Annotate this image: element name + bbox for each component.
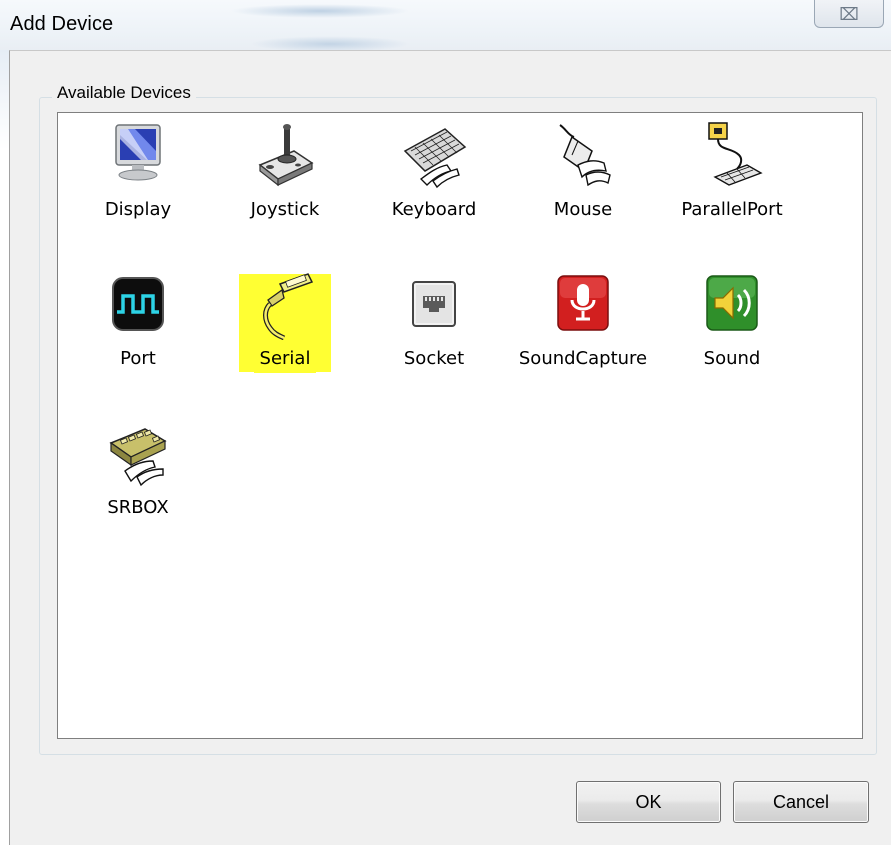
device-item-sound[interactable]: Sound (657, 270, 807, 400)
parallel-port-icon (708, 122, 763, 186)
device-label: ParallelPort (681, 199, 783, 220)
device-item-srbox[interactable]: SRBOX (63, 419, 213, 549)
device-label: Display (104, 199, 172, 220)
device-label: SRBOX (107, 497, 169, 518)
device-label: Joystick (250, 199, 320, 220)
device-label: Mouse (553, 199, 613, 220)
port-waveform-icon (112, 277, 164, 331)
display-monitor-icon (115, 124, 161, 181)
title-bar-glow (230, 4, 410, 18)
mouse-icon (559, 124, 611, 187)
cancel-button[interactable]: Cancel (733, 781, 869, 823)
device-label: Serial (210, 344, 360, 373)
device-item-display[interactable]: Display (63, 121, 213, 251)
device-label: Port (120, 348, 156, 369)
keyboard-icon (403, 128, 467, 189)
window-frame-edge (0, 50, 9, 150)
microphone-icon (557, 275, 609, 331)
device-item-keyboard[interactable]: Keyboard (359, 121, 509, 251)
ok-button[interactable]: OK (576, 781, 721, 823)
title-bar[interactable]: Add Device ⌧ (0, 0, 891, 52)
device-item-port[interactable]: Port (63, 270, 213, 400)
device-item-joystick[interactable]: Joystick (210, 121, 360, 251)
close-button[interactable]: ⌧ (814, 0, 884, 28)
device-label: Keyboard (391, 199, 477, 220)
device-list[interactable]: Display Joystick Keyboard Mouse Parallel… (57, 112, 863, 739)
device-item-parallelport[interactable]: ParallelPort (657, 121, 807, 251)
device-item-serial[interactable]: Serial (210, 270, 360, 400)
srbox-keypad-icon (109, 428, 167, 487)
groupbox-label: Available Devices (52, 83, 196, 103)
device-label: Socket (403, 348, 465, 369)
window-title: Add Device (10, 13, 114, 35)
device-item-soundcapture[interactable]: SoundCapture (508, 270, 658, 400)
close-icon: ⌧ (839, 4, 859, 24)
device-item-socket[interactable]: Socket (359, 270, 509, 400)
serial-cable-icon (263, 273, 314, 340)
network-socket-icon (412, 281, 456, 327)
device-label: Sound (703, 348, 761, 369)
joystick-icon (258, 124, 314, 187)
speaker-icon (706, 275, 758, 331)
device-item-mouse[interactable]: Mouse (508, 121, 658, 251)
device-label: SoundCapture (518, 348, 648, 369)
